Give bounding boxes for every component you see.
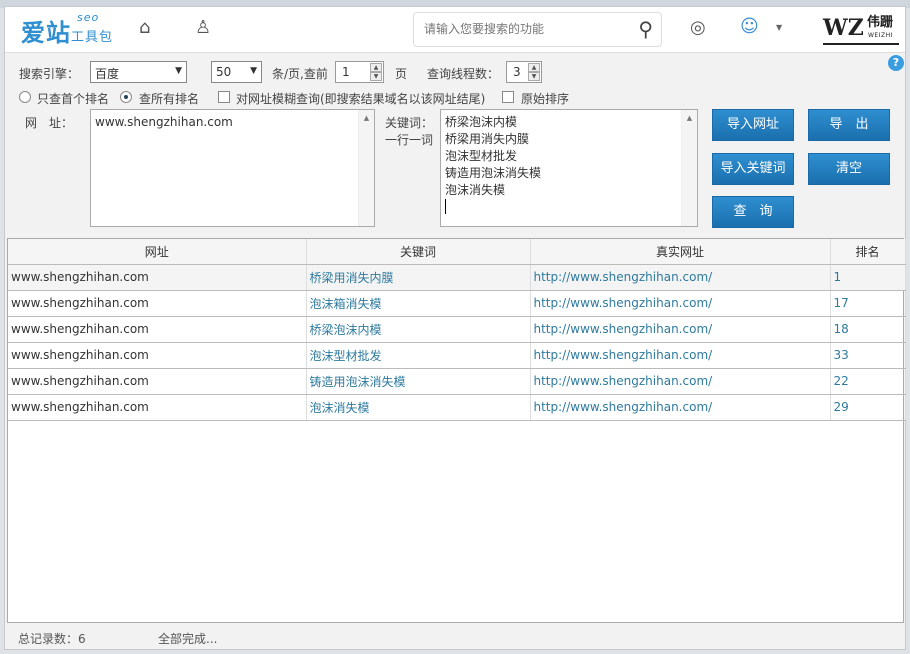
cell-rk: 29 [830, 394, 906, 421]
radio-first-rank[interactable] [19, 91, 31, 103]
feature-search: ⚲ [413, 12, 662, 47]
cell-kw: 泡沫型材批发 [306, 342, 531, 369]
app-logo: 爱站工具包 seo [21, 11, 114, 47]
column-header-keyword[interactable]: 关键词 [306, 239, 531, 265]
cell-kw: 铸造用泡沫消失模 [306, 368, 531, 395]
brand-logo: WZ 伟跚 WEIZHI [823, 15, 899, 45]
help-icon[interactable]: ? [888, 55, 904, 71]
cell-site: www.shengzhihan.com [8, 342, 307, 369]
header: 爱站工具包seo ⌂ ♙ ⚲ ◎ ☺ ▼ WZ 伟跚 WEIZHI [5, 7, 905, 53]
clear-button[interactable]: 清空 [808, 153, 890, 185]
cell-site: www.shengzhihan.com [8, 394, 307, 421]
brand-chinese-name: 伟跚 [867, 15, 894, 30]
keyword-line: 泡沫消失模 [445, 183, 506, 197]
url-textarea[interactable]: www.shengzhihan.com▲▼ [90, 109, 375, 258]
basketball-icon[interactable]: ◎ [690, 17, 706, 38]
scrollbar[interactable]: ▲▼ [358, 110, 374, 258]
cell-url: http://www.shengzhihan.com/ [530, 264, 831, 291]
table-row[interactable]: www.shengzhihan.com 泡沫消失模 http://www.sheng… [8, 394, 906, 421]
column-header-real-url[interactable]: 真实网址 [530, 239, 831, 265]
text-cursor [445, 199, 446, 214]
cell-rk: 18 [830, 316, 906, 343]
user-icon[interactable]: ☺ [740, 16, 759, 37]
radio-first-rank-label: 只查首个排名 [37, 92, 110, 106]
url-label: 网 址： [25, 116, 74, 130]
app-window: 爱站工具包seo ⌂ ♙ ⚲ ◎ ☺ ▼ WZ 伟跚 WEIZHI 搜索引擎： … [4, 6, 906, 650]
import-keywords-button[interactable]: 导入关键词 [712, 153, 794, 185]
cell-site: www.shengzhihan.com [8, 316, 307, 343]
fuzzy-url-label: 对网址模糊查询(即搜索结果域名以该网址结尾) [236, 92, 486, 106]
cell-url: http://www.shengzhihan.com/ [530, 316, 831, 343]
table-row[interactable]: www.shengzhihan.com 泡沫型材批发 http://www.shen… [8, 342, 906, 369]
status-text: 全部完成... [158, 632, 218, 646]
cell-rk: 1 [830, 264, 906, 291]
cell-rk: 17 [830, 290, 906, 317]
results-table: 网址 关键词 真实网址 排名 www.shengzhihan.com 桥梁用消失内… [7, 238, 906, 623]
cell-kw: 桥梁泡沫内模 [306, 316, 531, 343]
brand-english-name: WEIZHI [868, 32, 893, 39]
cell-site: www.shengzhihan.com [8, 264, 307, 291]
keyword-line: 泡沫型材批发 [445, 149, 518, 163]
pages-stepper[interactable]: 1 ▲ ▼ [335, 61, 384, 83]
cell-rk: 22 [830, 368, 906, 395]
cell-url: http://www.shengzhihan.com/ [530, 342, 831, 369]
radio-all-ranks-label: 查所有排名 [139, 92, 200, 106]
cell-rk: 33 [830, 342, 906, 369]
per-page-select[interactable]: 50 ▼ [211, 61, 262, 83]
table-row[interactable]: www.shengzhihan.com 桥梁用消失内膜 http://www.she… [8, 264, 906, 291]
status-bar: 总记录数：6 全部完成... [5, 623, 905, 649]
engine-select[interactable]: 百度 ▼ [90, 61, 187, 83]
search-input[interactable] [424, 22, 624, 36]
cell-site: www.shengzhihan.com [8, 368, 307, 395]
keyword-label: 关键词： [385, 116, 434, 130]
cell-kw: 泡沫消失模 [306, 394, 531, 421]
threads-stepper[interactable]: 3 ▲ ▼ [506, 61, 542, 83]
table-row[interactable]: www.shengzhihan.com 铸造用泡沫消失模 http://www.sh… [8, 368, 906, 395]
per-page-label: 条/页,查前 [272, 67, 328, 81]
column-header-url[interactable]: 网址 [8, 239, 307, 265]
pages-label: 页 [395, 67, 408, 81]
threads-label: 查询线程数： [427, 67, 500, 81]
raw-sort-checkbox[interactable] [502, 91, 514, 103]
export-button[interactable]: 导 出 [808, 109, 890, 141]
cell-kw: 桥梁用消失内膜 [306, 264, 531, 291]
query-button[interactable]: 查 询 [712, 196, 794, 228]
keyword-textarea[interactable]: 桥梁泡沫内模 桥梁用消失内膜 泡沫型材批发 铸造用泡沫消失模 泡沫消失模 ▲▼ [440, 109, 698, 258]
search-icon[interactable]: ⚲ [638, 17, 653, 41]
record-count: 总记录数：6 [18, 632, 86, 646]
keyword-hint: 一行一词 [385, 133, 434, 147]
cell-url: http://www.shengzhihan.com/ [530, 394, 831, 421]
keyword-line: 铸造用泡沫消失模 [445, 166, 542, 180]
raw-sort-label: 原始排序 [521, 92, 570, 106]
table-row[interactable]: www.shengzhihan.com 桥梁泡沫内模 http://www.shen… [8, 316, 906, 343]
scrollbar[interactable]: ▲▼ [681, 110, 697, 258]
fuzzy-url-checkbox[interactable] [218, 91, 230, 103]
column-header-rank[interactable]: 排名 [830, 239, 906, 265]
radio-all-ranks[interactable] [120, 91, 132, 103]
cell-url: http://www.shengzhihan.com/ [530, 290, 831, 317]
tools-icon[interactable]: ♙ [195, 17, 211, 38]
table-row[interactable]: www.shengzhihan.com 泡沫箱消失模 http://www.shen… [8, 290, 906, 317]
brand-mark: WZ [823, 15, 864, 41]
import-url-button[interactable]: 导入网址 [712, 109, 794, 141]
engine-label: 搜索引擎： [19, 67, 80, 81]
home-icon[interactable]: ⌂ [139, 17, 150, 38]
cell-site: www.shengzhihan.com [8, 290, 307, 317]
keyword-line: 桥梁用消失内膜 [445, 132, 530, 146]
cell-kw: 泡沫箱消失模 [306, 290, 531, 317]
keyword-line: 桥梁泡沫内模 [445, 115, 518, 129]
chevron-down-icon[interactable]: ▼ [776, 23, 782, 32]
cell-url: http://www.shengzhihan.com/ [530, 368, 831, 395]
